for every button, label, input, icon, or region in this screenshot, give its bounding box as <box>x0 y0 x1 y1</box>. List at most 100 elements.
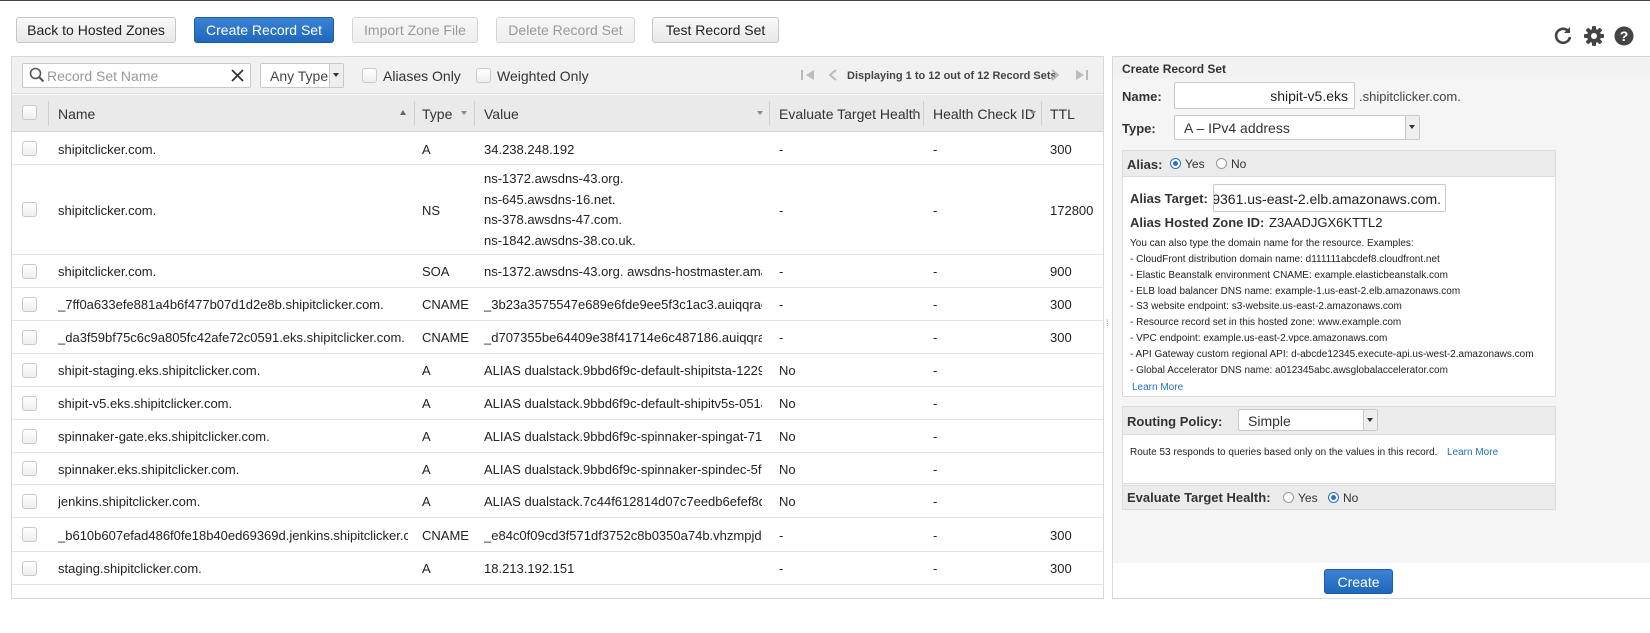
record-type: CNAME <box>422 297 469 312</box>
refresh-icon[interactable] <box>1552 25 1574 47</box>
record-evaluate-target-health: - <box>779 142 784 157</box>
record-health-check-id: - <box>933 494 938 509</box>
row-checkbox[interactable] <box>22 527 37 542</box>
record-health-check-id: - <box>933 203 938 218</box>
routing-policy-header: Routing Policy: Simple <box>1123 407 1555 435</box>
table-row[interactable]: jenkins.shipitclicker.com. A ALIAS dualsta… <box>12 485 1103 518</box>
record-value-line: ALIAS dualstack.9bbd6f9c-default-shipits… <box>484 363 762 378</box>
table-row[interactable]: _7ff0a633efe881a4b6f477b07d1d2e8b.shipit… <box>12 288 1103 321</box>
weighted-only-checkbox[interactable] <box>476 68 491 83</box>
column-divider <box>414 101 415 126</box>
record-value: ALIAS dualstack.9bbd6f9c-spinnaker-sping… <box>484 429 762 444</box>
table-row[interactable]: shipit-staging.eks.shipitclicker.com. A AL… <box>12 354 1103 387</box>
eth-no-radio[interactable] <box>1328 492 1339 503</box>
domain-suffix: .shipitclicker.com. <box>1359 89 1461 104</box>
alias-label: Alias: <box>1127 157 1163 172</box>
column-header-value[interactable]: Value <box>484 106 519 122</box>
record-type: A <box>422 142 431 157</box>
alias-help-intro: You can also type the domain name for th… <box>1130 238 1414 249</box>
routing-learn-more-link[interactable]: Learn More <box>1447 447 1498 458</box>
help-icon[interactable]: ? <box>1613 25 1635 47</box>
column-header-type[interactable]: Type <box>422 106 452 122</box>
routing-policy-select[interactable]: Simple <box>1238 409 1378 431</box>
record-type-select[interactable]: A – IPv4 address <box>1174 115 1420 140</box>
alias-yes-label: Yes <box>1185 157 1205 171</box>
select-all-checkbox[interactable] <box>22 105 37 120</box>
column-header-evaluate-target-health[interactable]: Evaluate Target Health <box>779 106 920 122</box>
row-checkbox[interactable] <box>22 494 37 509</box>
record-value-line: ns-1842.awsdns-38.co.uk. <box>484 232 636 248</box>
row-checkbox[interactable] <box>22 429 37 444</box>
panel-splitter-handle[interactable]: ⁞ <box>1106 318 1109 328</box>
routing-policy-value: Simple <box>1248 413 1291 429</box>
alias-help-example: - Elastic Beanstalk environment CNAME: e… <box>1130 269 1448 281</box>
name-field[interactable]: shipit-v5.eks <box>1174 82 1355 109</box>
record-type: A <box>422 363 431 378</box>
alias-target-field[interactable]: :99361.us-east-2.elb.amazonaws.com. <box>1213 184 1446 212</box>
alias-help-example: - S3 website endpoint: s3-website.us-eas… <box>1130 301 1402 313</box>
table-row[interactable]: shipit-v5.eks.shipitclicker.com. A ALIAS d… <box>12 387 1103 420</box>
record-set-table: shipitclicker.com. A 34.238.248.192- -300 sh… <box>12 133 1103 585</box>
column-header-name[interactable]: Name <box>58 106 95 122</box>
table-row[interactable]: shipitclicker.com. NS ns-1372.awsdns-43.or… <box>12 165 1103 255</box>
type-label: Type: <box>1122 121 1156 136</box>
alias-learn-more-link[interactable]: Learn More <box>1132 382 1183 393</box>
column-divider <box>474 101 475 126</box>
search-input[interactable] <box>45 66 225 85</box>
alias-help-example: - Resource record set in this hosted zon… <box>1130 317 1402 329</box>
table-row[interactable]: _da3f59bf75c6c9a805fc42afe72c0591.eks.sh… <box>12 321 1103 354</box>
test-record-set-button[interactable]: Test Record Set <box>652 17 779 43</box>
previous-page-icon[interactable] <box>827 68 839 82</box>
table-row[interactable]: shipitclicker.com. SOA ns-1372.awsdns-43.o… <box>12 255 1103 288</box>
row-checkbox[interactable] <box>22 396 37 411</box>
table-row[interactable]: shipitclicker.com. A 34.238.248.192 - - 300 <box>12 133 1103 165</box>
table-row[interactable]: staging.shipitclicker.com. A 18.213.192.15… <box>12 552 1103 585</box>
table-row[interactable]: _b610b607efad486f0fe18b40ed69369d.jenkin… <box>12 518 1103 552</box>
record-name: spinnaker.eks.shipitclicker.com. <box>58 462 240 477</box>
row-checkbox[interactable] <box>22 461 37 476</box>
type-filter-select[interactable]: Any Type <box>260 63 344 88</box>
top-border <box>0 0 1650 1</box>
import-zone-file-button[interactable]: Import Zone File <box>352 17 478 43</box>
row-checkbox[interactable] <box>22 141 37 156</box>
record-value-line: ALIAS dualstack.9bbd6f9c-spinnaker-spind… <box>484 462 762 477</box>
gear-icon[interactable] <box>1583 25 1605 47</box>
row-checkbox[interactable] <box>22 363 37 378</box>
record-evaluate-target-health: No <box>779 429 796 444</box>
record-value-line: 18.213.192.151 <box>484 561 575 576</box>
table-row[interactable]: spinnaker-gate.eks.shipitclicker.com. A AL… <box>12 420 1103 453</box>
alias-yes-radio[interactable] <box>1170 158 1181 169</box>
routing-policy-help: Route 53 responds to queries based only … <box>1130 447 1438 458</box>
aliases-only-checkbox[interactable] <box>362 68 377 83</box>
next-page-icon[interactable] <box>1049 68 1061 82</box>
column-header-ttl[interactable]: TTL <box>1050 106 1075 122</box>
record-health-check-id: - <box>933 264 938 279</box>
create-button[interactable]: Create <box>1324 569 1393 594</box>
alias-help-example: - API Gateway custom regional API: d-abc… <box>1130 348 1534 360</box>
row-checkbox[interactable] <box>22 264 37 279</box>
row-checkbox[interactable] <box>22 330 37 345</box>
delete-record-set-button[interactable]: Delete Record Set <box>496 17 635 43</box>
record-health-check-id: - <box>933 396 938 411</box>
row-checkbox[interactable] <box>22 297 37 312</box>
table-row[interactable]: spinnaker.eks.shipitclicker.com. A ALIAS d… <box>12 453 1103 485</box>
alias-section-header: Alias: Yes No <box>1123 151 1555 177</box>
create-record-set-button[interactable]: Create Record Set <box>194 17 334 43</box>
column-header-health-check-id[interactable]: Health Check ID <box>933 106 1035 122</box>
record-health-check-id: - <box>933 429 938 444</box>
record-evaluate-target-health: No <box>779 363 796 378</box>
row-checkbox[interactable] <box>22 202 37 217</box>
record-value-line: _e84c0f09cd3f571df3752c8b0350a74b.vhzmpj… <box>484 528 762 543</box>
row-checkbox[interactable] <box>22 561 37 576</box>
last-page-icon[interactable] <box>1074 68 1090 82</box>
svg-text:?: ? <box>1620 28 1629 44</box>
back-to-hosted-zones-button[interactable]: Back to Hosted Zones <box>16 17 176 43</box>
alias-no-radio[interactable] <box>1216 158 1227 169</box>
record-ttl: 172800 <box>1050 203 1094 218</box>
record-value: ns-1372.awsdns-43.org. awsdns-hostmaster… <box>484 264 762 279</box>
record-name: shipitclicker.com. <box>58 142 157 157</box>
eth-yes-radio[interactable] <box>1283 492 1294 503</box>
clear-search-icon[interactable] <box>231 69 244 82</box>
record-value: _e84c0f09cd3f571df3752c8b0350a74b.vhzmpj… <box>484 528 762 543</box>
first-page-icon[interactable] <box>800 68 816 82</box>
